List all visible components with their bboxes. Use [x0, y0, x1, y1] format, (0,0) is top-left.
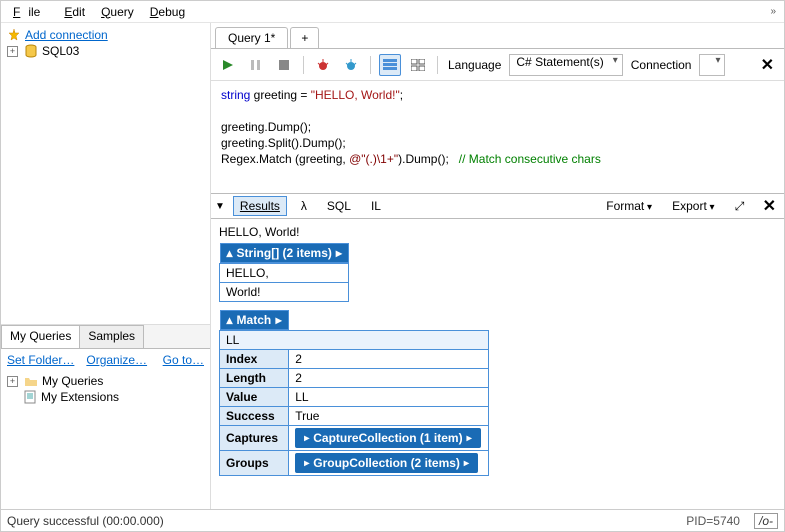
- menu-debug[interactable]: Debug: [142, 3, 193, 21]
- close-results-button[interactable]: ✕: [759, 196, 780, 216]
- dump-array-cell: HELLO,: [220, 264, 349, 283]
- results-panel: HELLO, World! ▴String[] (2 items)▸ HELLO…: [211, 219, 784, 509]
- add-connection-link[interactable]: Add connection: [25, 28, 108, 42]
- dump-match-top: LL: [220, 331, 489, 350]
- sparkle-icon: [7, 28, 21, 42]
- dump-row-val: 2: [289, 350, 489, 369]
- queries-tabstrip: My Queries Samples: [1, 325, 210, 349]
- doc-tab-query1[interactable]: Query 1*: [215, 27, 288, 48]
- database-icon: [24, 44, 38, 58]
- editor-area: Query 1* + Language C# Statement(s) Conn…: [211, 23, 784, 509]
- dump-match-header[interactable]: ▴Match▸: [220, 310, 289, 330]
- queries-panel: Set Folder… Organize… Go to… + My Querie…: [1, 349, 210, 509]
- dump-row-key: Success: [220, 407, 289, 426]
- dump-row-key: Captures: [220, 426, 289, 451]
- status-pid: PID=5740: [686, 514, 740, 528]
- organize-link[interactable]: Organize…: [86, 353, 147, 367]
- menu-edit[interactable]: Edit: [56, 3, 93, 21]
- dump-row-key: Value: [220, 388, 289, 407]
- menu-bar: File Edit Query Debug »: [1, 1, 784, 23]
- bug-blue-icon[interactable]: [340, 54, 362, 76]
- expand-icon[interactable]: ⤢: [729, 195, 751, 217]
- lambda-tab[interactable]: λ: [295, 197, 313, 215]
- tab-my-queries[interactable]: My Queries: [1, 325, 80, 348]
- captures-expand-button[interactable]: CaptureCollection (1 item): [295, 428, 480, 448]
- run-button[interactable]: [217, 54, 239, 76]
- format-dropdown[interactable]: Format: [600, 197, 658, 215]
- connection-label: Connection: [629, 58, 694, 72]
- dump-row-val: 2: [289, 369, 489, 388]
- export-dropdown[interactable]: Export: [666, 197, 721, 215]
- connections-panel: Add connection + SQL03: [1, 23, 210, 325]
- dump-match-table: ▴Match▸ LL Index2 Length2 ValueLL Succes…: [219, 310, 489, 476]
- groups-expand-button[interactable]: GroupCollection (2 items): [295, 453, 478, 473]
- connection-select[interactable]: [699, 54, 725, 76]
- dump-row-key: Groups: [220, 451, 289, 476]
- menu-overflow-icon[interactable]: »: [762, 4, 780, 19]
- grid-view-button[interactable]: [407, 54, 429, 76]
- language-select[interactable]: C# Statement(s): [509, 54, 622, 76]
- results-tabbar: ▼ Results λ SQL IL Format Export ⤢ ✕: [211, 193, 784, 219]
- dump-row-val: True: [289, 407, 489, 426]
- status-bar: Query successful (00:00.000) PID=5740 /o…: [1, 509, 784, 531]
- il-tab[interactable]: IL: [365, 197, 387, 215]
- menu-file[interactable]: File: [5, 3, 56, 21]
- close-button[interactable]: ✕: [757, 55, 778, 75]
- my-extensions-node[interactable]: My Extensions: [41, 390, 119, 404]
- dump-array-table: ▴String[] (2 items)▸ HELLO, World!: [219, 243, 349, 302]
- my-queries-node[interactable]: My Queries: [42, 374, 103, 388]
- rich-view-button[interactable]: [379, 54, 401, 76]
- connection-node-label[interactable]: SQL03: [42, 44, 79, 58]
- sql-tab[interactable]: SQL: [321, 197, 357, 215]
- language-label: Language: [446, 58, 503, 72]
- dump-row-key: Length: [220, 369, 289, 388]
- tree-expand-icon[interactable]: +: [7, 376, 18, 387]
- dump-string: HELLO, World!: [219, 225, 776, 239]
- dump-array-header[interactable]: ▴String[] (2 items)▸: [220, 243, 349, 263]
- doc-tab-add[interactable]: +: [290, 27, 319, 48]
- dump-row-val: LL: [289, 388, 489, 407]
- stop-button[interactable]: [273, 54, 295, 76]
- menu-query[interactable]: Query: [93, 3, 142, 21]
- status-mode: /o-: [754, 513, 778, 529]
- results-tab[interactable]: Results: [233, 196, 287, 216]
- dump-array-cell: World!: [220, 283, 349, 302]
- status-message: Query successful (00:00.000): [7, 514, 164, 528]
- set-folder-link[interactable]: Set Folder…: [7, 353, 74, 367]
- code-editor[interactable]: string greeting = "HELLO, World!"; greet…: [211, 81, 784, 193]
- bug-red-icon[interactable]: [312, 54, 334, 76]
- folder-icon: [24, 374, 38, 388]
- dump-row-key: Index: [220, 350, 289, 369]
- toolbar: Language C# Statement(s) Connection ✕: [211, 49, 784, 81]
- left-panel: Add connection + SQL03 My Queries Sample…: [1, 23, 211, 509]
- document-icon: [23, 390, 37, 404]
- doc-tabstrip: Query 1* +: [211, 23, 784, 49]
- pause-button[interactable]: [245, 54, 267, 76]
- collapse-results-icon[interactable]: ▼: [215, 201, 225, 212]
- tab-samples[interactable]: Samples: [79, 325, 144, 348]
- tree-expand-icon[interactable]: +: [7, 46, 18, 57]
- goto-link[interactable]: Go to…: [163, 353, 204, 367]
